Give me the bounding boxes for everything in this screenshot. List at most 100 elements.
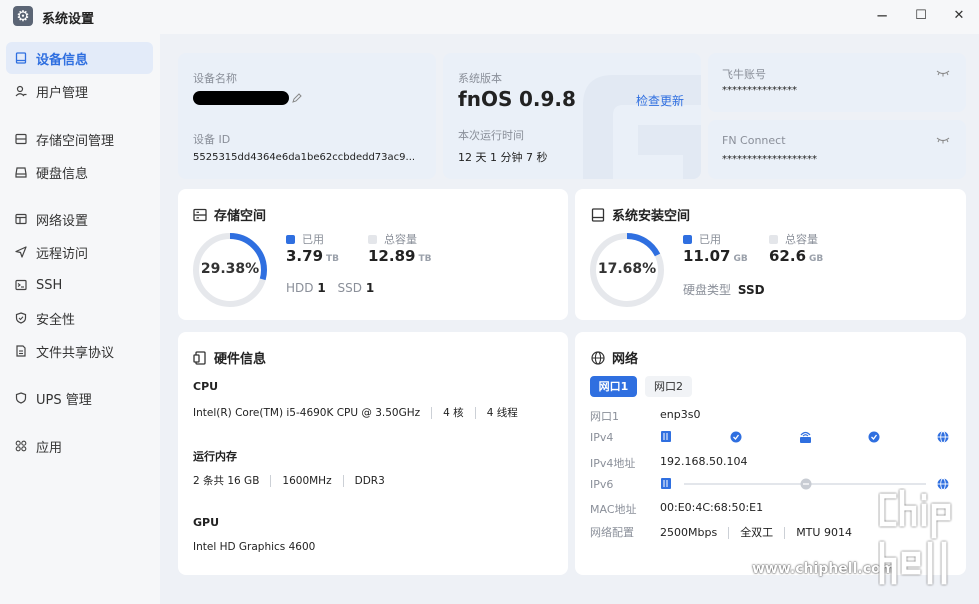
check-update-link[interactable]: 检查更新: [636, 92, 684, 109]
mtu-value: MTU 9014: [796, 526, 852, 539]
eye-closed-icon[interactable]: [936, 69, 950, 77]
disk-icon: [15, 166, 27, 178]
system-used-value: 11.07: [683, 247, 731, 265]
system-used-label: 已用: [699, 233, 721, 246]
window-title: 系统设置: [42, 12, 95, 27]
sidebar-item-ssh[interactable]: SSH: [6, 269, 153, 301]
config-value: 2500Mbps 全双工 MTU 9014: [660, 524, 852, 540]
sidebar-item-file-sharing[interactable]: 文件共享协议: [6, 335, 153, 367]
document-icon: [15, 345, 27, 357]
network-title-text: 网络: [612, 352, 639, 367]
apps-icon: [15, 440, 27, 452]
storage-title-text: 存储空间: [214, 209, 267, 224]
send-icon: [15, 246, 27, 258]
disk-icon: [591, 207, 605, 222]
storage-used-unit: TB: [326, 254, 340, 264]
cpu-cores: 4 核: [443, 407, 464, 419]
memory-type: DDR3: [354, 475, 385, 487]
storage-icon: [15, 133, 27, 145]
sidebar-item-disks[interactable]: 硬盘信息: [6, 156, 153, 188]
ups-icon: [15, 392, 27, 404]
os-name: fnOS: [458, 87, 513, 111]
check-icon: [868, 431, 880, 443]
sidebar-item-users[interactable]: 用户管理: [6, 75, 153, 107]
minimize-button[interactable]: ─: [870, 6, 894, 26]
sidebar: 设备信息 用户管理 存储空间管理 硬盘信息 网络设置 远程访问 SSH 安全性 …: [0, 34, 160, 604]
sidebar-item-label: 安全性: [36, 312, 76, 328]
memory-size: 2 条共 16 GB: [193, 475, 260, 487]
config-label: 网络配置: [590, 526, 634, 539]
disk-counts: HDD 1 SSD 1: [286, 281, 374, 295]
storage-total-label: 总容量: [384, 233, 417, 246]
computer-icon: [661, 431, 671, 442]
used-swatch: [286, 234, 295, 244]
tab-port-1[interactable]: 网口1: [590, 376, 637, 397]
cpu-threads: 4 线程: [486, 407, 518, 419]
sidebar-item-network[interactable]: 网络设置: [6, 203, 153, 235]
eye-closed-icon[interactable]: [936, 136, 950, 144]
sidebar-item-label: 用户管理: [36, 85, 89, 101]
account-label: 飞牛账号: [722, 68, 766, 81]
system-total-label: 总容量: [785, 233, 818, 246]
system-used: 11.07 GB: [683, 247, 748, 265]
disk-type-value: SSD: [737, 283, 765, 297]
sidebar-item-device-info[interactable]: 设备信息: [6, 42, 153, 74]
device-id-label: 设备 ID: [193, 133, 231, 146]
ssd-count: 1: [365, 281, 375, 295]
storage-card[interactable]: 存储空间 29.38% 已用 3.79 TB 总容量 12.89 TB HDD 1 …: [178, 189, 568, 320]
shield-icon: [15, 312, 27, 324]
system-total: 62.6 GB: [769, 247, 823, 265]
sidebar-item-apps[interactable]: 应用: [6, 430, 153, 462]
storage-icon: [193, 208, 207, 221]
separator: [728, 527, 730, 539]
storage-total: 12.89 TB: [368, 247, 431, 265]
fn-connect-card: FN Connect *******************: [708, 120, 966, 179]
separator: [342, 475, 344, 487]
storage-used-value: 3.79: [286, 247, 324, 265]
storage-total-unit: TB: [418, 254, 432, 264]
ipv4-label: IPv4: [590, 431, 614, 444]
separator: [784, 527, 786, 539]
check-icon: [730, 431, 742, 443]
network-title: 网络: [591, 348, 638, 367]
hardware-title-text: 硬件信息: [214, 352, 267, 367]
device-id-value: 5525315dd4364e6da1be62ccbdedd73ac9...: [193, 152, 416, 163]
device-name-label: 设备名称: [193, 72, 237, 85]
system-storage-title-text: 系统安装空间: [612, 209, 691, 224]
sidebar-item-security[interactable]: 安全性: [6, 302, 153, 334]
sidebar-item-storage[interactable]: 存储空间管理: [6, 123, 153, 155]
hdd-count: 1: [317, 281, 326, 295]
account-card: 飞牛账号 ***************: [708, 53, 966, 112]
tab-port-2[interactable]: 网口2: [645, 376, 692, 397]
sidebar-item-label: 应用: [36, 440, 63, 456]
sidebar-item-ups[interactable]: UPS 管理: [6, 382, 153, 414]
sidebar-item-label: 硬盘信息: [36, 166, 89, 182]
sidebar-item-label: 设备信息: [36, 52, 89, 68]
pencil-icon[interactable]: [292, 93, 302, 103]
mac-label: MAC地址: [590, 503, 637, 516]
system-used-unit: GB: [733, 254, 748, 264]
maximize-button[interactable]: ☐: [909, 6, 933, 26]
system-version-card: 系统版本 fnOS 0.9.8 检查更新 本次运行时间 12 天 1 分钟 7 …: [443, 53, 701, 179]
close-button[interactable]: ✕: [947, 6, 971, 26]
sidebar-item-label: 文件共享协议: [36, 345, 115, 361]
uptime-label: 本次运行时间: [458, 129, 524, 142]
title-bar: ⚙ 系统设置 ─ ☐ ✕: [0, 0, 979, 34]
storage-total-value: 12.89: [368, 247, 416, 265]
sidebar-item-label: 远程访问: [36, 246, 89, 262]
disk-type-label: 硬盘类型: [683, 283, 732, 297]
ipv6-label: IPv6: [590, 478, 614, 491]
ipv4-address-value: 192.168.50.104: [660, 455, 748, 468]
terminal-icon: [15, 279, 27, 291]
memory-info: 2 条共 16 GB 1600MHz DDR3: [193, 473, 385, 488]
storage-used: 3.79 TB: [286, 247, 339, 265]
fn-connect-value: *******************: [722, 154, 817, 165]
sidebar-item-label: 网络设置: [36, 213, 89, 229]
system-storage-card[interactable]: 系统安装空间 17.68% 已用 11.07 GB 总容量 62.6 GB 硬盘类型…: [575, 189, 966, 320]
port-label: 网口1: [590, 410, 619, 423]
used-swatch: [683, 234, 692, 244]
globe-icon: [591, 350, 605, 365]
sidebar-item-remote-access[interactable]: 远程访问: [6, 236, 153, 268]
account-value: ***************: [722, 85, 797, 96]
port-value: enp3s0: [660, 408, 701, 421]
